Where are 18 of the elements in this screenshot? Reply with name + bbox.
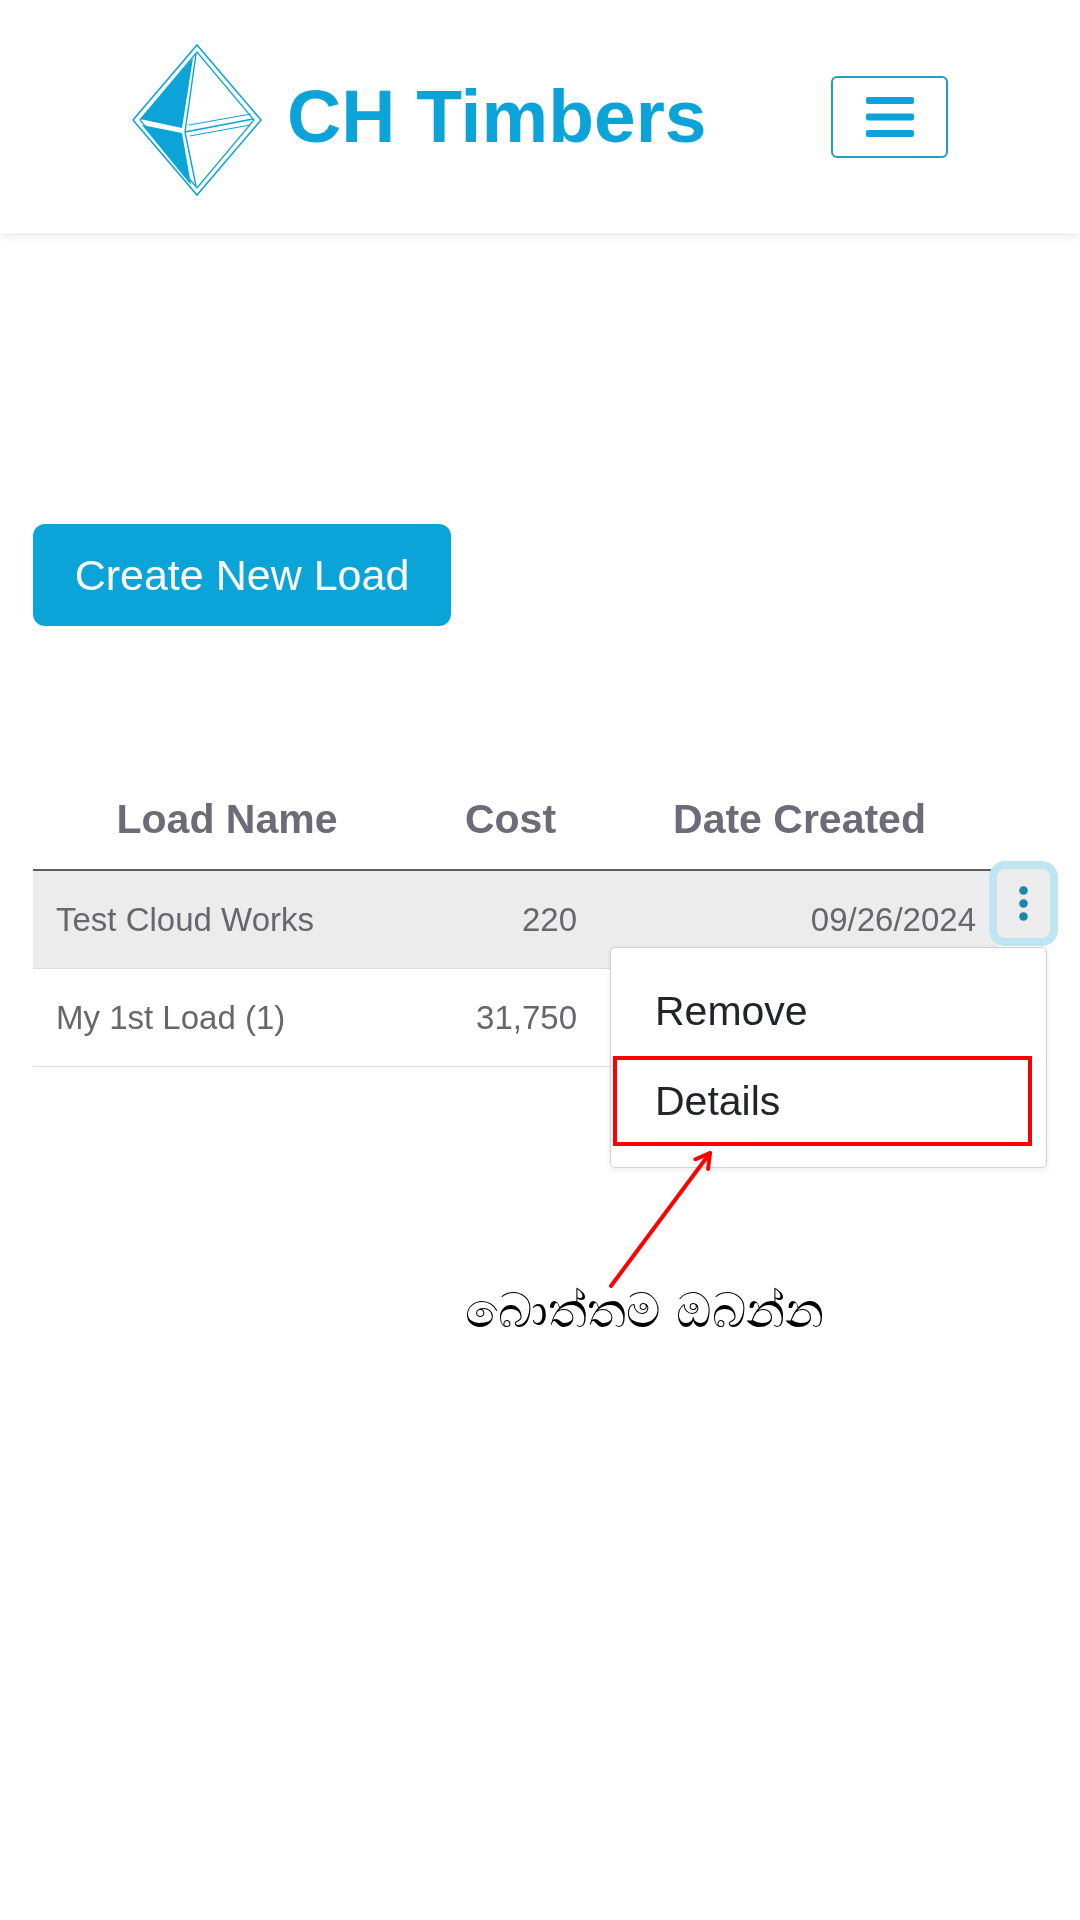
table-row[interactable]: Test Cloud Works 220 09/26/2024 [33,871,999,969]
diamond-logo-icon [132,43,262,196]
row-actions-button[interactable] [989,861,1058,946]
column-header: Cost [463,794,558,844]
vertical-dots-icon [1019,886,1028,921]
column-header: Load Name [115,794,339,844]
menu-icon [865,96,914,137]
table-cell-text: 31,750 [475,997,578,1038]
menu-button[interactable] [831,75,948,158]
table-cell-text: 220 [520,899,578,940]
menu-item[interactable]: Details [613,1056,1032,1146]
table-cell-text: 09/26/2024 [809,899,977,940]
annotation-caption: බොත්තම ඔබන්න [465,1282,825,1338]
brand-name: CH Timbers [287,79,707,154]
column-header: Date Created [672,794,927,844]
create-new-load-button[interactable]: Create New Load [33,524,451,626]
table-cell-text: My 1st Load (1) [55,997,287,1038]
table-cell-text: Test Cloud Works [55,899,315,940]
